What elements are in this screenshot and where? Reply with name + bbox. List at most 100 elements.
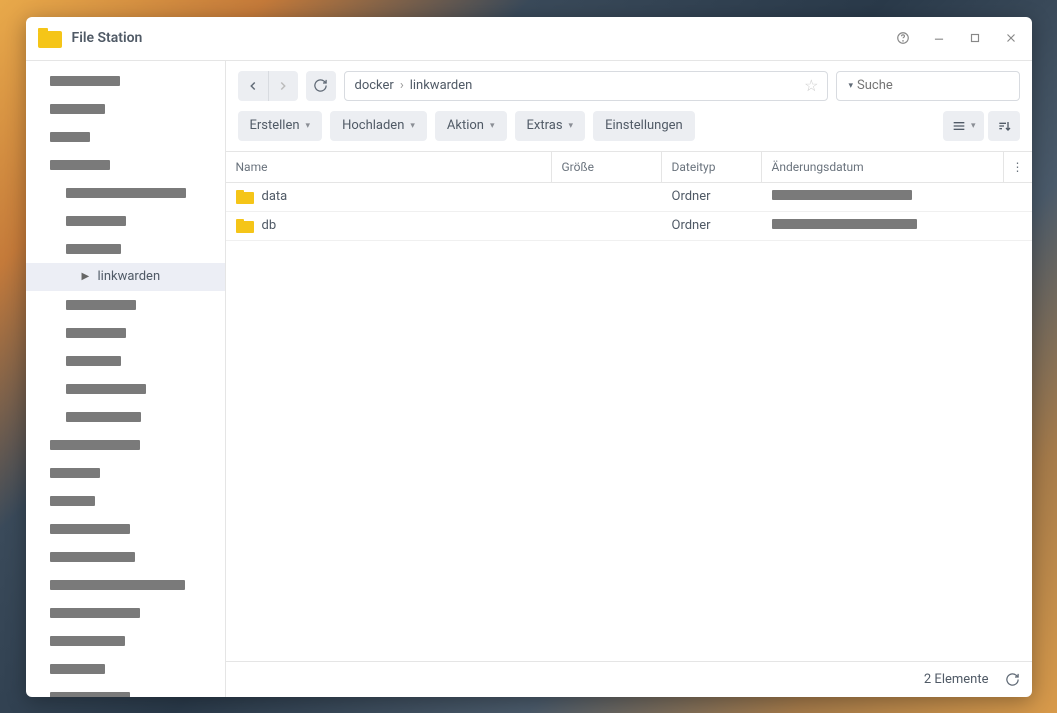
cell-name: db — [226, 218, 552, 233]
redacted-date — [772, 219, 917, 229]
caret-down-icon: ▾ — [971, 121, 976, 131]
breadcrumb-separator: › — [400, 78, 404, 93]
redacted-label — [50, 440, 140, 450]
table-row[interactable]: db Ordner — [226, 212, 1032, 241]
breadcrumb-part[interactable]: linkwarden — [410, 78, 473, 93]
help-button[interactable] — [894, 29, 912, 47]
navigation-toolbar: docker › linkwarden ☆ ▾ — [226, 61, 1032, 107]
tree-item-redacted[interactable] — [26, 207, 225, 235]
tree-item-redacted[interactable] — [26, 67, 225, 95]
cell-date — [762, 189, 1032, 204]
redacted-label — [50, 468, 100, 478]
column-menu-button[interactable]: ⋮ — [1004, 152, 1032, 182]
nav-back-forward-group — [238, 71, 298, 101]
redacted-label — [50, 636, 125, 646]
caret-down-icon: ▾ — [569, 121, 574, 131]
tree-item-redacted[interactable] — [26, 515, 225, 543]
action-label: Aktion — [447, 118, 484, 133]
breadcrumb-part[interactable]: docker — [355, 78, 394, 93]
table-header: Name Größe Dateityp Änderungsdatum ⋮ — [226, 151, 1032, 183]
tree-item-redacted[interactable] — [26, 599, 225, 627]
extras-button[interactable]: Extras ▾ — [515, 111, 586, 141]
folder-icon — [236, 219, 254, 233]
file-name: db — [262, 218, 277, 233]
tree-item-redacted[interactable] — [26, 291, 225, 319]
file-list[interactable]: dataOrdner db Ordner — [226, 183, 1032, 661]
tree-item-redacted[interactable] — [26, 431, 225, 459]
window-controls — [894, 29, 1020, 47]
redacted-label — [66, 328, 126, 338]
redacted-label — [50, 580, 185, 590]
column-header-date[interactable]: Änderungsdatum — [762, 152, 1004, 182]
maximize-button[interactable] — [966, 29, 984, 47]
tree-item-redacted[interactable] — [26, 235, 225, 263]
tree-item-redacted[interactable] — [26, 459, 225, 487]
action-toolbar: Erstellen▾ Hochladen▾ Aktion▾ Extras▾ Ei… — [226, 107, 1032, 151]
file-name: data — [262, 189, 288, 204]
settings-label: Einstellungen — [605, 118, 683, 133]
redacted-label — [66, 244, 121, 254]
tree-item-redacted[interactable] — [26, 347, 225, 375]
redacted-label — [50, 104, 105, 114]
back-button[interactable] — [238, 71, 268, 101]
cell-type: Ordner — [662, 218, 762, 233]
tree-item-redacted[interactable] — [26, 123, 225, 151]
favorite-star-icon[interactable]: ☆ — [804, 76, 818, 95]
tree-item-redacted[interactable] — [26, 627, 225, 655]
caret-down-icon: ▾ — [306, 121, 311, 131]
main-panel: docker › linkwarden ☆ ▾ Erstellen▾ Hochl… — [226, 61, 1032, 697]
view-controls: ▾ — [943, 111, 1020, 141]
extras-label: Extras — [527, 118, 563, 133]
tree-item-redacted[interactable] — [26, 151, 225, 179]
upload-button[interactable]: Hochladen▾ — [330, 111, 427, 141]
settings-button[interactable]: Einstellungen — [593, 111, 695, 141]
search-input[interactable] — [857, 78, 1023, 93]
tree-item-redacted[interactable] — [26, 487, 225, 515]
tree-item-redacted[interactable] — [26, 375, 225, 403]
forward-button[interactable] — [268, 71, 298, 101]
item-count: 2 Elemente — [924, 672, 989, 687]
titlebar: File Station — [26, 17, 1032, 61]
redacted-label — [66, 356, 121, 366]
cell-name: data — [226, 189, 552, 204]
search-box[interactable]: ▾ — [836, 71, 1020, 101]
redacted-label — [50, 524, 130, 534]
folder-icon — [236, 190, 254, 204]
redacted-label — [66, 300, 136, 310]
column-header-type[interactable]: Dateityp — [662, 152, 762, 182]
file-station-window: File Station ▶linkwarden — [26, 17, 1032, 697]
close-button[interactable] — [1002, 29, 1020, 47]
redacted-label — [66, 216, 126, 226]
view-list-button[interactable]: ▾ — [943, 111, 984, 141]
folder-tree-sidebar[interactable]: ▶linkwarden — [26, 61, 226, 697]
tree-item-redacted[interactable] — [26, 403, 225, 431]
redacted-label — [50, 664, 105, 674]
redacted-label — [50, 692, 130, 697]
tree-item-redacted[interactable] — [26, 319, 225, 347]
tree-item-redacted[interactable] — [26, 179, 225, 207]
sort-button[interactable] — [988, 111, 1020, 141]
column-header-name[interactable]: Name — [226, 152, 552, 182]
breadcrumb-path[interactable]: docker › linkwarden ☆ — [344, 71, 828, 101]
tree-item-linkwarden[interactable]: ▶linkwarden — [26, 263, 225, 291]
minimize-button[interactable] — [930, 29, 948, 47]
create-button[interactable]: Erstellen▾ — [238, 111, 323, 141]
tree-item-redacted[interactable] — [26, 543, 225, 571]
redacted-label — [50, 608, 140, 618]
action-button[interactable]: Aktion▾ — [435, 111, 507, 141]
content-area: ▶linkwarden docker › linkwarde — [26, 61, 1032, 697]
redacted-label — [50, 552, 135, 562]
search-dropdown-caret[interactable]: ▾ — [849, 81, 854, 91]
redacted-date — [772, 190, 912, 200]
status-refresh-button[interactable] — [1005, 672, 1020, 687]
column-header-size[interactable]: Größe — [552, 152, 662, 182]
refresh-button[interactable] — [306, 71, 336, 101]
caret-down-icon: ▾ — [410, 121, 415, 131]
tree-item-redacted[interactable] — [26, 571, 225, 599]
table-row[interactable]: dataOrdner — [226, 183, 1032, 212]
redacted-label — [66, 412, 141, 422]
tree-item-redacted[interactable] — [26, 655, 225, 683]
cell-date — [762, 218, 1032, 233]
tree-item-redacted[interactable] — [26, 95, 225, 123]
tree-item-redacted[interactable] — [26, 683, 225, 697]
